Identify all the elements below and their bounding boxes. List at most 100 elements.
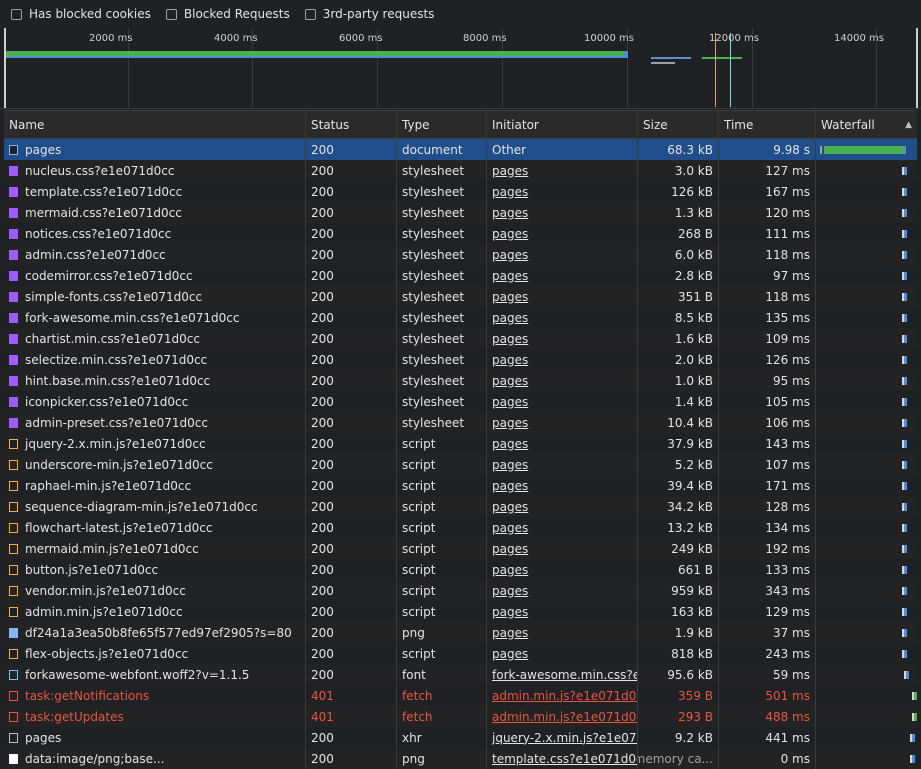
initiator-link[interactable]: admin.min.js?e1e071d0c...	[492, 710, 637, 724]
table-row[interactable]: sequence-diagram-min.js?e1e071d0cc 200 scr…	[4, 496, 917, 517]
table-row[interactable]: fork-awesome.min.css?e1e071d0cc 200 styles…	[4, 307, 917, 328]
initiator-link[interactable]: admin.min.js?e1e071d0c...	[492, 689, 637, 703]
table-row[interactable]: codemirror.css?e1e071d0cc 200 stylesheet pa…	[4, 265, 917, 286]
table-row[interactable]: button.js?e1e071d0cc 200 script pages 661 B1…	[4, 559, 917, 580]
cell-name[interactable]: pages	[4, 139, 306, 160]
initiator-link[interactable]: pages	[492, 227, 528, 241]
cell-name[interactable]: admin-preset.css?e1e071d0cc	[4, 412, 306, 433]
initiator-link[interactable]: pages	[492, 374, 528, 388]
cell-name[interactable]: pages	[4, 727, 306, 748]
initiator-link[interactable]: pages	[492, 458, 528, 472]
table-row[interactable]: forkawesome-webfont.woff2?v=1.1.5 200 font…	[4, 664, 917, 685]
table-row[interactable]: nucleus.css?e1e071d0cc 200 stylesheet pages…	[4, 160, 917, 181]
table-row[interactable]: vendor.min.js?e1e071d0cc 200 script pages 95…	[4, 580, 917, 601]
table-row[interactable]: raphael-min.js?e1e071d0cc 200 script pages 3…	[4, 475, 917, 496]
column-header-initiator[interactable]: Initiator	[487, 111, 638, 138]
cell-name[interactable]: simple-fonts.css?e1e071d0cc	[4, 286, 306, 307]
initiator-link[interactable]: template.css?e1e071d0cc	[492, 752, 637, 766]
column-header-status[interactable]: Status	[306, 111, 397, 138]
checkbox-box[interactable]	[304, 8, 316, 20]
table-row[interactable]: mermaid.min.js?e1e071d0cc 200 script pages 2…	[4, 538, 917, 559]
column-header-waterfall[interactable]: Waterfall ▲	[816, 111, 917, 138]
cell-name[interactable]: iconpicker.css?e1e071d0cc	[4, 391, 306, 412]
initiator-link[interactable]: pages	[492, 416, 528, 430]
table-row[interactable]: underscore-min.js?e1e071d0cc 200 script pag…	[4, 454, 917, 475]
cell-name[interactable]: mermaid.css?e1e071d0cc	[4, 202, 306, 223]
initiator-link[interactable]: pages	[492, 647, 528, 661]
initiator-link[interactable]: jquery-2.x.min.js?e1e071...	[492, 731, 637, 745]
initiator-link[interactable]: pages	[492, 563, 528, 577]
initiator-link[interactable]: pages	[492, 479, 528, 493]
table-row[interactable]: pages 200xhr jquery-2.x.min.js?e1e071...9.…	[4, 727, 917, 748]
column-header-time[interactable]: Time	[719, 111, 816, 138]
cell-name[interactable]: notices.css?e1e071d0cc	[4, 223, 306, 244]
has-blocked-cookies-checkbox[interactable]: Has blocked cookies	[11, 7, 151, 21]
column-header-type[interactable]: Type	[397, 111, 487, 138]
table-row[interactable]: df24a1a3ea50b8fe65f577ed97ef2905?s=80 200…	[4, 622, 917, 643]
table-row[interactable]: notices.css?e1e071d0cc 200 stylesheet pages…	[4, 223, 917, 244]
initiator-link[interactable]: pages	[492, 626, 528, 640]
table-row[interactable]: data:image/png;base... 200 png template.css…	[4, 748, 917, 769]
initiator-link[interactable]: pages	[492, 269, 528, 283]
cell-name[interactable]: hint.base.min.css?e1e071d0cc	[4, 370, 306, 391]
checkbox-box[interactable]	[165, 8, 177, 20]
initiator-link[interactable]: pages	[492, 437, 528, 451]
table-row[interactable]: iconpicker.css?e1e071d0cc 200 stylesheet pa…	[4, 391, 917, 412]
cell-name[interactable]: underscore-min.js?e1e071d0cc	[4, 454, 306, 475]
initiator-link[interactable]: pages	[492, 500, 528, 514]
cell-name[interactable]: jquery-2.x.min.js?e1e071d0cc	[4, 433, 306, 454]
table-row[interactable]: simple-fonts.css?e1e071d0cc 200 stylesheet…	[4, 286, 917, 307]
cell-name[interactable]: template.css?e1e071d0cc	[4, 181, 306, 202]
table-row[interactable]: task:getUpdates 401 fetch admin.min.js?e1e0…	[4, 706, 917, 727]
cell-name[interactable]: admin.css?e1e071d0cc	[4, 244, 306, 265]
blocked-requests-checkbox[interactable]: Blocked Requests	[165, 7, 290, 21]
table-row[interactable]: admin.min.js?e1e071d0cc 200 script pages 163…	[4, 601, 917, 622]
initiator-link[interactable]: pages	[492, 542, 528, 556]
table-row[interactable]: hint.base.min.css?e1e071d0cc 200 styleshee…	[4, 370, 917, 391]
overview-left-handle[interactable]	[4, 28, 6, 108]
table-row[interactable]: selectize.min.css?e1e071d0cc 200 styleshee…	[4, 349, 917, 370]
table-row[interactable]: chartist.min.css?e1e071d0cc 200 stylesheet…	[4, 328, 917, 349]
table-row[interactable]: admin-preset.css?e1e071d0cc 200 stylesheet…	[4, 412, 917, 433]
table-row[interactable]: template.css?e1e071d0cc 200 stylesheet page…	[4, 181, 917, 202]
initiator-link[interactable]: fork-awesome.min.css?e...	[492, 668, 637, 682]
initiator-link[interactable]: pages	[492, 311, 528, 325]
cell-name[interactable]: codemirror.css?e1e071d0cc	[4, 265, 306, 286]
cell-name[interactable]: fork-awesome.min.css?e1e071d0cc	[4, 307, 306, 328]
cell-name[interactable]: sequence-diagram-min.js?e1e071d0cc	[4, 496, 306, 517]
cell-name[interactable]: flowchart-latest.js?e1e071d0cc	[4, 517, 306, 538]
column-header-name[interactable]: Name	[4, 111, 306, 138]
cell-name[interactable]: forkawesome-webfont.woff2?v=1.1.5	[4, 664, 306, 685]
cell-name[interactable]: admin.min.js?e1e071d0cc	[4, 601, 306, 622]
initiator-link[interactable]: pages	[492, 584, 528, 598]
initiator-link[interactable]: pages	[492, 248, 528, 262]
cell-name[interactable]: task:getUpdates	[4, 706, 306, 727]
checkbox-box[interactable]	[11, 8, 22, 20]
cell-name[interactable]: task:getNotifications	[4, 685, 306, 706]
cell-name[interactable]: raphael-min.js?e1e071d0cc	[4, 475, 306, 496]
network-overview[interactable]: 2000 ms 4000 ms 6000 ms 8000 ms 10000 ms…	[0, 28, 921, 109]
initiator-link[interactable]: pages	[492, 521, 528, 535]
third-party-requests-checkbox[interactable]: 3rd-party requests	[304, 7, 434, 21]
column-header-size[interactable]: Size	[638, 111, 719, 138]
initiator-link[interactable]: pages	[492, 290, 528, 304]
table-row[interactable]: mermaid.css?e1e071d0cc 200 stylesheet pages…	[4, 202, 917, 223]
cell-name[interactable]: chartist.min.css?e1e071d0cc	[4, 328, 306, 349]
table-row[interactable]: task:getNotifications 401 fetch admin.min.j…	[4, 685, 917, 706]
cell-name[interactable]: data:image/png;base...	[4, 748, 306, 769]
cell-name[interactable]: df24a1a3ea50b8fe65f577ed97ef2905?s=80	[4, 622, 306, 643]
cell-name[interactable]: flex-objects.js?e1e071d0cc	[4, 643, 306, 664]
initiator-link[interactable]: pages	[492, 332, 528, 346]
initiator-link[interactable]: pages	[492, 605, 528, 619]
initiator-link[interactable]: pages	[492, 353, 528, 367]
table-row[interactable]: admin.css?e1e071d0cc 200 stylesheet pages 6.…	[4, 244, 917, 265]
table-row[interactable]: flex-objects.js?e1e071d0cc 200 script pages…	[4, 643, 917, 664]
cell-name[interactable]: vendor.min.js?e1e071d0cc	[4, 580, 306, 601]
initiator-link[interactable]: pages	[492, 164, 528, 178]
table-row[interactable]: pages 200 document Other 68.3 kB 9.98 s	[4, 139, 917, 160]
table-row[interactable]: jquery-2.x.min.js?e1e071d0cc 200 script pag…	[4, 433, 917, 454]
table-row[interactable]: flowchart-latest.js?e1e071d0cc 200 script p…	[4, 517, 917, 538]
cell-name[interactable]: nucleus.css?e1e071d0cc	[4, 160, 306, 181]
initiator-link[interactable]: pages	[492, 185, 528, 199]
cell-name[interactable]: selectize.min.css?e1e071d0cc	[4, 349, 306, 370]
